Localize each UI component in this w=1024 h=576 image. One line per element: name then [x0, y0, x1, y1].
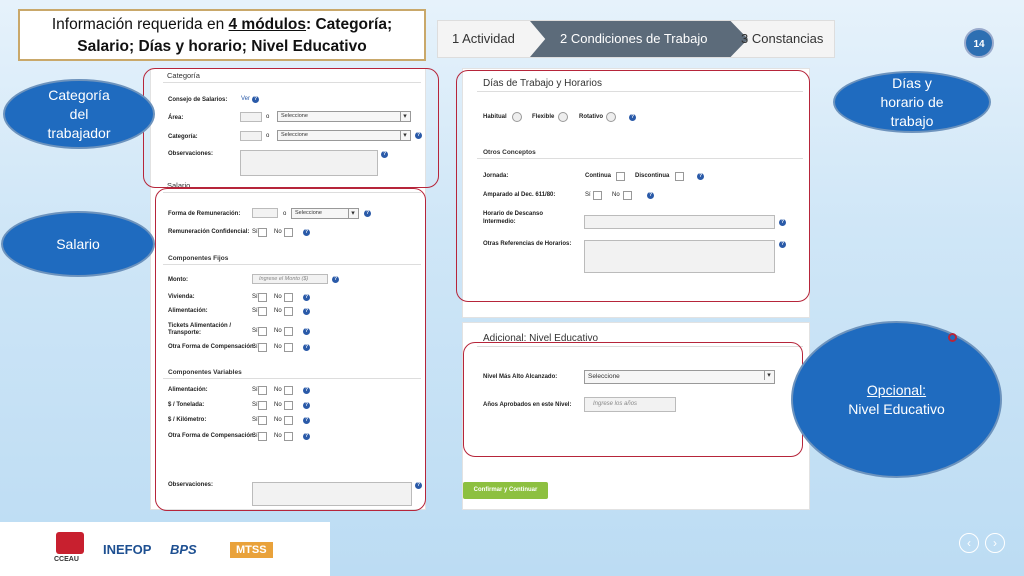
dias-highlight [456, 70, 810, 302]
inefop-logo: INEFOP [103, 542, 152, 557]
prev-slide-button[interactable]: ‹ [959, 533, 979, 553]
slide-title: Información requerida en 4 módulos: Cate… [18, 9, 426, 61]
salario-oval: Salario [1, 211, 155, 277]
wizard-steps: 1 Actividad 2 Condiciones de Trabajo 3 C… [437, 20, 835, 58]
dot-marker-icon [948, 333, 957, 342]
wizard-step-constancias[interactable]: 3 Constancias [741, 21, 823, 57]
footer-logos: CCEAU INEFOP BPS MTSS [0, 522, 330, 576]
confirmar-continuar-button[interactable]: Confirmar y Continuar [463, 482, 548, 499]
next-slide-button[interactable]: › [985, 533, 1005, 553]
nivel-educativo-highlight [463, 342, 803, 457]
cceau-logo-text: CCEAU [54, 556, 79, 563]
bps-logo: BPS [170, 542, 197, 557]
opcional-nivel-educativo-oval: Opcional: Nivel Educativo [791, 321, 1002, 478]
wizard-step-actividad[interactable]: 1 Actividad [452, 21, 515, 57]
categoria-trabajador-oval: Categoría del trabajador [3, 79, 155, 149]
salario-highlight [155, 188, 426, 511]
mtss-logo: MTSS [230, 542, 273, 558]
page-number-badge: 14 [964, 28, 994, 58]
cceau-logo-icon [56, 532, 84, 554]
wizard-step-condiciones[interactable]: 2 Condiciones de Trabajo [530, 21, 748, 57]
dias-horario-oval: Días y horario de trabajo [833, 71, 991, 133]
categoria-highlight [143, 68, 439, 188]
